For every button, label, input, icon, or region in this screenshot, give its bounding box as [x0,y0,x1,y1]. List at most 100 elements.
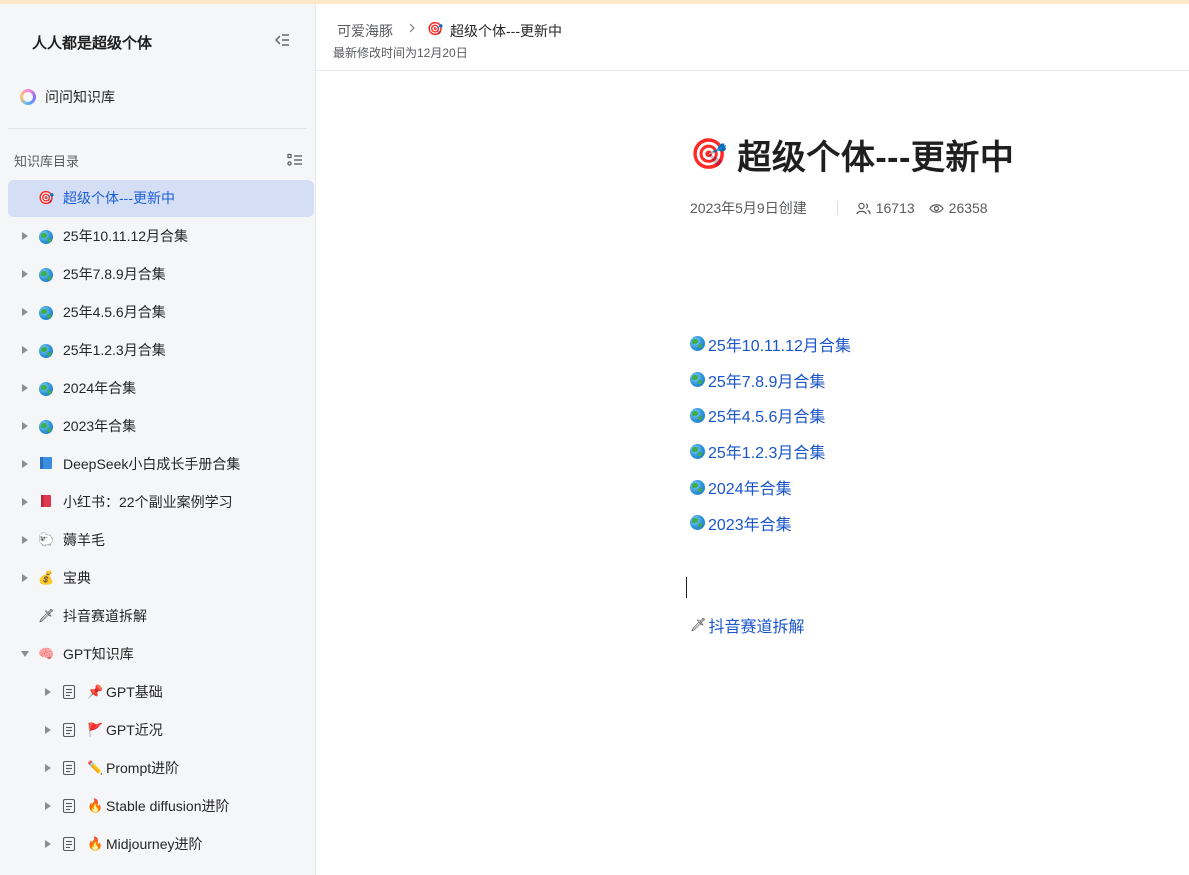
tree-item-label: Prompt进阶 [106,760,180,776]
tree-item-prompt[interactable]: ✏️ Prompt进阶 [8,750,314,787]
globe-icon [690,479,705,495]
members-stat: 16713 [856,200,915,216]
link-text[interactable]: 抖音赛道拆解 [709,613,805,637]
tree-item-label: Midjourney进阶 [106,836,203,852]
tree-item-label: 薅羊毛 [63,532,105,548]
ask-knowledge-base-button[interactable]: 问问知识库 [8,80,306,114]
page-title-text: 超级个体---更新中 [737,139,1015,177]
list-settings-icon [287,153,302,166]
document-icon [61,798,77,814]
last-modified-text: 最新修改时间为12月20日 [333,46,468,60]
tree-item-haoyangmao[interactable]: 🐑 薅羊毛 [8,522,314,559]
doc-link-2023[interactable]: 2023年合集 [690,505,851,541]
link-text[interactable]: 2023年合集 [708,511,792,535]
target-dart-icon: 🎯 [427,21,444,36]
expand-caret-icon[interactable] [20,459,30,469]
tree-item-label: 25年4.5.6月合集 [63,304,166,320]
globe-icon [690,372,705,388]
toc-options-button[interactable] [284,150,306,170]
sidebar: 人人都是超级个体 问问知识库 知识库目录 🎯 超级个体---更新中 25年10.… [0,4,316,875]
globe-icon [38,342,54,358]
expand-caret-icon[interactable] [20,535,30,545]
fire-icon: 🔥 [87,798,104,813]
tree-item-gpt-status[interactable]: 🚩 GPT近况 [8,712,314,749]
tree-item-stable-diffusion[interactable]: 🔥 Stable diffusion进阶 [8,788,314,825]
expand-caret-icon[interactable] [20,345,30,355]
globe-icon [38,228,54,244]
link-text[interactable]: 2024年合集 [708,475,792,499]
collapse-caret-icon[interactable] [20,649,30,659]
tree-item-baodian[interactable]: 💰 宝典 [8,560,314,597]
document-icon [61,722,77,738]
globe-icon [690,515,705,531]
sheep-icon: 🐑 [38,532,55,547]
tree-item-label: 小红书：22个副业案例学习 [63,494,233,510]
expand-caret-icon[interactable] [43,763,53,773]
globe-icon [690,443,705,459]
knowledge-tree: 🎯 超级个体---更新中 25年10.11.12月合集 25年7.8.9月合集 … [8,180,314,864]
users-icon [856,202,871,214]
tree-item-label: GPT近况 [106,722,163,738]
doc-link-2024[interactable]: 2024年合集 [690,469,851,505]
tree-item-label: 抖音赛道拆解 [63,608,147,624]
sword-icon: 🗡 [690,617,707,632]
tree-item-25q1[interactable]: 25年1.2.3月合集 [8,332,314,369]
created-date: 2023年5月9日创建 [690,200,807,216]
expand-caret-icon[interactable] [43,839,53,849]
tree-item-25q4[interactable]: 25年10.11.12月合集 [8,218,314,255]
breadcrumb-current[interactable]: 超级个体---更新中 [450,21,562,41]
doc-header: 可爱海豚 🎯 超级个体---更新中 最新修改时间为12月20日 [316,4,1189,71]
expand-caret-icon[interactable] [20,421,30,431]
doc-link-25q4[interactable]: 25年10.11.12月合集 [690,326,851,362]
expand-caret-icon[interactable] [43,725,53,735]
tree-item-deepseek[interactable]: DeepSeek小白成长手册合集 [8,446,314,483]
expand-caret-icon[interactable] [20,231,30,241]
tree-item-2024[interactable]: 2024年合集 [8,370,314,407]
expand-caret-icon[interactable] [43,687,53,697]
collapse-icon [275,34,289,46]
tree-item-label: 超级个体---更新中 [63,190,175,206]
doc-link-25q3[interactable]: 25年7.8.9月合集 [690,362,851,398]
link-text[interactable]: 25年10.11.12月合集 [708,332,851,356]
tree-item-label: 25年10.11.12月合集 [63,228,189,244]
tree-item-midjourney[interactable]: 🔥 Midjourney进阶 [8,826,314,863]
red-book-icon [38,494,54,510]
globe-icon [38,418,54,434]
tree-item-super-individual[interactable]: 🎯 超级个体---更新中 [8,180,314,217]
tree-item-25q3[interactable]: 25年7.8.9月合集 [8,256,314,293]
ask-knowledge-base-label: 问问知识库 [45,89,115,105]
doc-link-douyin[interactable]: 🗡 抖音赛道拆解 [690,613,805,637]
expand-caret-icon[interactable] [20,573,30,583]
tree-item-2023[interactable]: 2023年合集 [8,408,314,445]
toc-heading: 知识库目录 [14,154,80,169]
expand-caret-icon[interactable] [20,497,30,507]
tree-item-gpt-basics[interactable]: 📌 GPT基础 [8,674,314,711]
tree-item-25q2[interactable]: 25年4.5.6月合集 [8,294,314,331]
expand-caret-icon[interactable] [43,801,53,811]
doc-link-25q1[interactable]: 25年1.2.3月合集 [690,433,851,469]
tree-item-douyin[interactable]: 🗡 抖音赛道拆解 [8,598,314,635]
sword-icon: 🗡 [38,608,55,623]
views-count: 26358 [948,200,988,216]
globe-icon [38,266,54,282]
expand-caret-icon[interactable] [20,269,30,279]
eye-icon [928,203,944,213]
target-dart-icon: 🎯 [690,137,728,171]
collection-links: 25年10.11.12月合集 25年7.8.9月合集 25年4.5.6月合集 2… [690,326,851,541]
link-text[interactable]: 25年1.2.3月合集 [708,439,825,463]
tree-item-gpt-kb[interactable]: 🧠 GPT知识库 [8,636,314,673]
expand-caret-icon[interactable] [20,383,30,393]
tree-item-label: GPT基础 [106,684,163,700]
ai-ring-icon [20,89,36,105]
link-text[interactable]: 25年7.8.9月合集 [708,368,825,392]
pencil-icon: ✏️ [87,760,104,775]
breadcrumb-root[interactable]: 可爱海豚 [337,21,393,41]
fire-icon: 🔥 [87,836,104,851]
doc-link-25q2[interactable]: 25年4.5.6月合集 [690,398,851,434]
tree-item-xiaohongshu[interactable]: 小红书：22个副业案例学习 [8,484,314,521]
collapse-sidebar-button[interactable] [270,28,294,52]
document-icon [61,836,77,852]
link-text[interactable]: 25年4.5.6月合集 [708,403,825,427]
expand-caret-icon[interactable] [20,307,30,317]
pushpin-icon: 📌 [87,684,104,699]
